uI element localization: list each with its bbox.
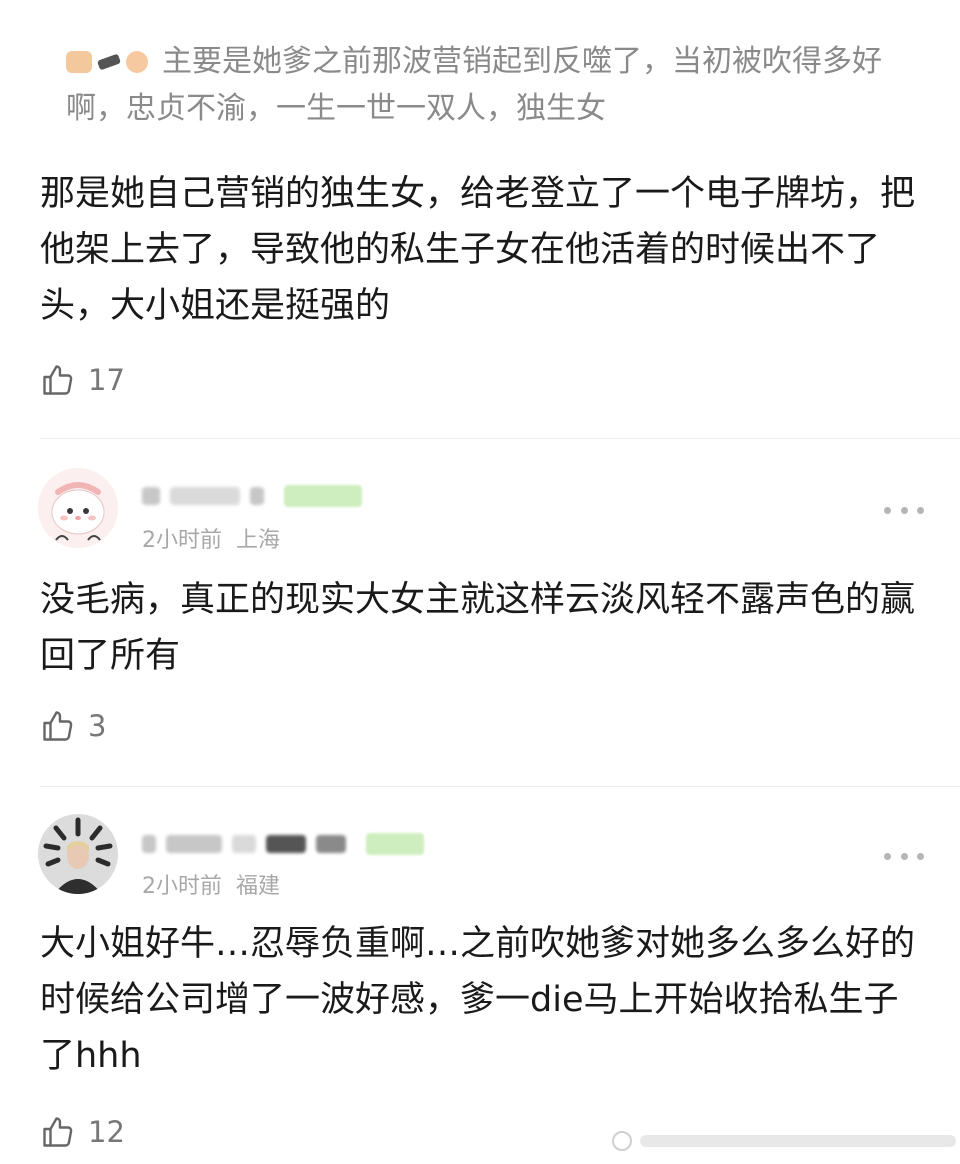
- comment-time: 2小时前: [142, 874, 222, 899]
- like-count: 12: [88, 1115, 125, 1149]
- thumbs-up-icon: [43, 1117, 73, 1147]
- thumbs-up-icon: [43, 365, 73, 395]
- fist-icon: [126, 51, 148, 73]
- comment-location: 福建: [236, 874, 281, 899]
- like-button[interactable]: 3: [40, 706, 106, 746]
- quoted-reply: 主要是她爹之前那波营销起到反噬了，当初被吹得多好啊，忠贞不渝，一生一世一双人，独…: [66, 38, 926, 132]
- comment-text: 那是她自己营销的独生女，给老登立了一个电子牌坊，把他架上去了，导致他的私生子女在…: [40, 174, 916, 326]
- more-dot-icon: [900, 852, 908, 860]
- more-options-button[interactable]: [884, 500, 924, 520]
- more-options-button[interactable]: [884, 846, 924, 866]
- username-blurred: [142, 835, 156, 853]
- divider: [40, 786, 960, 787]
- more-dot-icon: [884, 852, 891, 860]
- comment-text: 大小姐好牛…忍辱负重啊…之前吹她爹对她多么多么好的时候给公司增了一波好感，爹一d…: [40, 924, 916, 1076]
- username-blurred: [266, 835, 306, 853]
- username-blurred: [142, 487, 160, 505]
- username-blurred: [170, 487, 240, 505]
- comment-meta: 2小时前 福建: [142, 868, 280, 900]
- like-count: 17: [88, 363, 125, 397]
- username[interactable]: [142, 826, 424, 862]
- username[interactable]: [142, 478, 362, 514]
- username-blurred: [250, 487, 264, 505]
- comment-location: 上海: [236, 528, 281, 553]
- avatar[interactable]: [38, 468, 118, 548]
- cartoon-avatar-icon: [38, 468, 118, 548]
- more-dot-icon: [917, 852, 924, 860]
- watermark-logo-icon: [612, 1131, 632, 1151]
- comment-text: 没毛病，真正的现实大女主就这样云淡风轻不露声色的赢回了所有: [40, 580, 916, 676]
- avatar[interactable]: [38, 814, 118, 894]
- thumbs-up-icon: [43, 711, 73, 741]
- like-button[interactable]: 17: [40, 360, 125, 400]
- quoted-emojis: [66, 38, 148, 85]
- gun-icon: [96, 53, 122, 71]
- comment-meta: 2小时前 上海: [142, 522, 280, 554]
- more-dot-icon: [900, 506, 908, 514]
- like-button[interactable]: 12: [40, 1112, 125, 1152]
- username-blurred: [166, 835, 222, 853]
- more-dot-icon: [884, 506, 891, 514]
- watermark: [612, 1130, 956, 1152]
- like-count: 3: [88, 709, 107, 743]
- divider: [40, 438, 960, 439]
- username-blurred: [316, 835, 346, 853]
- level-badge: [366, 833, 424, 855]
- comment-time: 2小时前: [142, 528, 222, 553]
- photo-avatar-icon: [38, 814, 118, 894]
- watermark-blurred-text: [640, 1135, 956, 1147]
- quoted-reply-text: 主要是她爹之前那波营销起到反噬了，当初被吹得多好啊，忠贞不渝，一生一世一双人，独…: [66, 44, 882, 126]
- clapping-hands-icon: [66, 51, 92, 73]
- more-dot-icon: [917, 506, 924, 514]
- level-badge: [284, 485, 362, 507]
- username-blurred: [232, 835, 256, 853]
